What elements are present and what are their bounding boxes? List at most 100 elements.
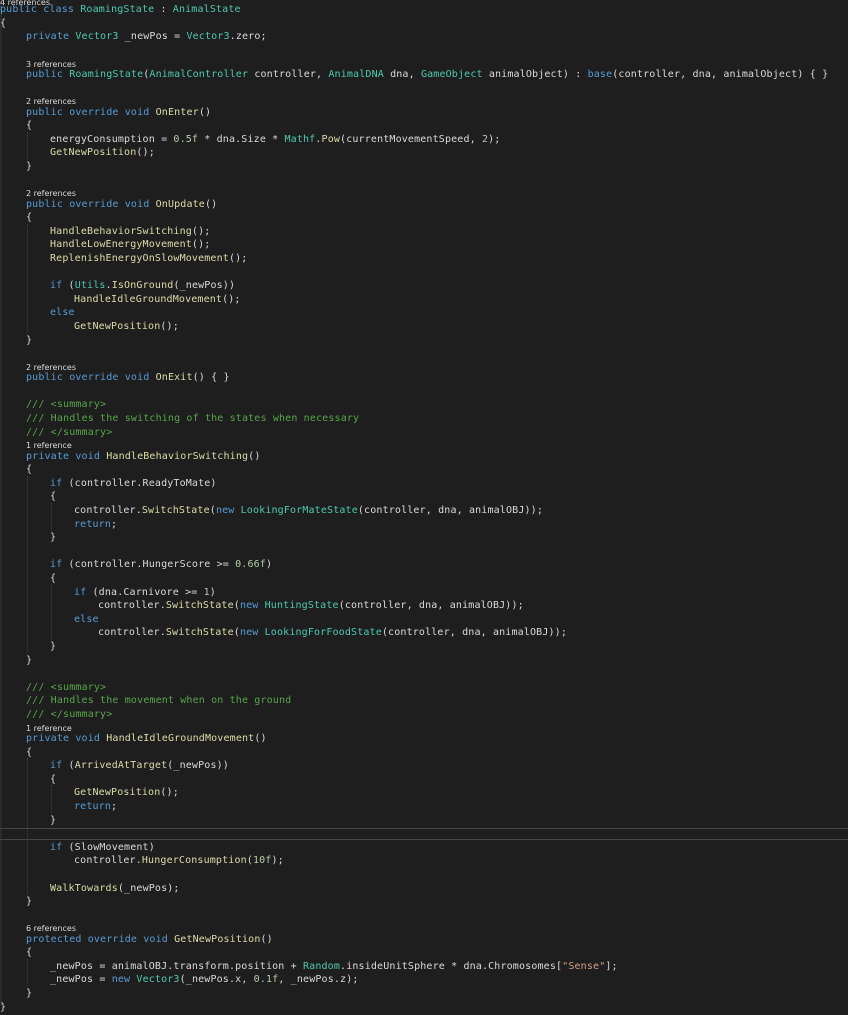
code-token: (); (160, 787, 179, 798)
code-token: () (254, 733, 267, 744)
code-token: public (26, 199, 70, 210)
code-line: protected override void GetNewPosition() (0, 933, 848, 947)
code-token: { (26, 947, 33, 958)
code-token: (); (222, 294, 241, 305)
code-line: } (0, 814, 848, 828)
code-token: HandleBehaviorSwitching (106, 451, 249, 462)
code-token: /// <summary> (26, 399, 107, 410)
code-token: (); (160, 321, 179, 332)
code-token: } (50, 532, 57, 543)
code-line: else (0, 613, 848, 627)
code-token: ArrivedAtTarget (74, 760, 168, 771)
code-token: (); (191, 239, 211, 250)
code-token: GetNewPosition (74, 787, 161, 798)
code-token: (dna.Carnivore >= (86, 587, 204, 598)
code-token: return (74, 519, 112, 530)
code-line: HandleBehaviorSwitching(); (0, 225, 848, 239)
code-token: GetNewPosition (50, 147, 137, 158)
code-token: else (74, 614, 99, 625)
code-token: { (26, 120, 33, 131)
code-token: private (26, 451, 76, 462)
code-token: { (50, 573, 57, 584)
code-token: SwitchState (165, 600, 234, 611)
code-token: ) (265, 559, 273, 570)
code-token: (_newPos); (117, 883, 180, 894)
code-line: controller.SwitchState(new LookingForFoo… (0, 626, 848, 640)
code-token: if (50, 478, 63, 489)
code-line: } (0, 334, 848, 348)
code-token: new (239, 600, 265, 611)
code-token: public (0, 4, 44, 15)
code-token: ( (62, 760, 75, 771)
code-token: controller. (74, 855, 142, 866)
code-line: /// Handles the movement when on the gro… (0, 694, 848, 708)
code-line: /// </summary> (0, 426, 848, 440)
code-token: public (26, 107, 70, 118)
code-line: { (0, 119, 848, 133)
code-token: public (26, 372, 70, 383)
code-token: SwitchState (165, 627, 234, 638)
code-line: private void HandleBehaviorSwitching() (0, 450, 848, 464)
code-token: public (26, 69, 70, 80)
code-token: () (204, 199, 218, 210)
code-token: (controller.ReadyToMate) (62, 478, 217, 489)
code-token: HandleLowEnergyMovement (50, 239, 192, 250)
code-token: OnEnter (155, 107, 199, 118)
code-token: /// Handles the switching of the states … (26, 413, 360, 424)
code-token: ); (488, 134, 501, 145)
code-line: if (dna.Carnivore >= 1) (0, 586, 848, 600)
code-token: (controller, dna, animalOBJ)); (357, 505, 544, 516)
code-token: private (26, 733, 76, 744)
code-editor[interactable]: 4 references public class RoamingState : … (0, 0, 848, 1013)
code-line: GetNewPosition(); (0, 786, 848, 800)
code-token: (controller, dna, animalOBJ)); (381, 627, 568, 638)
code-token: HandleBehaviorSwitching (50, 226, 192, 237)
code-token: controller, (248, 69, 329, 80)
code-token: 0.1f (253, 974, 279, 985)
code-token: ]; (605, 961, 618, 972)
code-token: () (198, 107, 212, 118)
code-token: base (587, 69, 613, 80)
code-token: .zero; (229, 31, 267, 42)
code-line: energyConsumption = 0.5f * dna.Size * Ma… (0, 133, 848, 147)
code-line: { (0, 17, 848, 31)
code-token: (_newPos.x, (179, 974, 254, 985)
code-token: RoamingState (80, 4, 155, 15)
code-token: override (69, 107, 125, 118)
code-token: GameObject (420, 69, 483, 80)
code-token: dna, (383, 69, 421, 80)
code-token: } (26, 335, 33, 346)
code-token: { (50, 774, 57, 785)
code-line: } (0, 987, 848, 1001)
code-token: ; (111, 801, 118, 812)
code-line: WalkTowards(_newPos); (0, 882, 848, 896)
code-line: /// <summary> (0, 398, 848, 412)
code-token: } (26, 655, 33, 666)
code-token: new (239, 627, 265, 638)
code-token: OnExit (155, 372, 193, 383)
code-token: 2 references (26, 97, 76, 106)
code-line: public RoamingState(AnimalController con… (0, 68, 848, 82)
code-token: { (26, 747, 33, 758)
code-token: if (50, 842, 63, 853)
code-line: controller.SwitchState(new LookingForMat… (0, 504, 848, 518)
code-line: HandleLowEnergyMovement(); (0, 238, 848, 252)
code-token: void (75, 451, 107, 462)
code-token: void (124, 107, 156, 118)
code-token: "Sense" (562, 961, 606, 972)
code-token: { (26, 212, 33, 223)
code-line: return; (0, 518, 848, 532)
code-token: void (75, 733, 107, 744)
code-token: void (124, 199, 156, 210)
code-line: { (0, 946, 848, 960)
code-token: animalObject) : (482, 69, 588, 80)
code-token: } (0, 1002, 7, 1013)
code-line: { (0, 463, 848, 477)
code-line: { (0, 572, 848, 586)
code-token: ( (62, 280, 75, 291)
code-token: return (74, 801, 112, 812)
code-token: 2 references (26, 189, 76, 198)
code-token: 0.5f (173, 134, 199, 145)
code-token: Utils (74, 280, 106, 291)
code-token: Vector3 (136, 974, 180, 985)
